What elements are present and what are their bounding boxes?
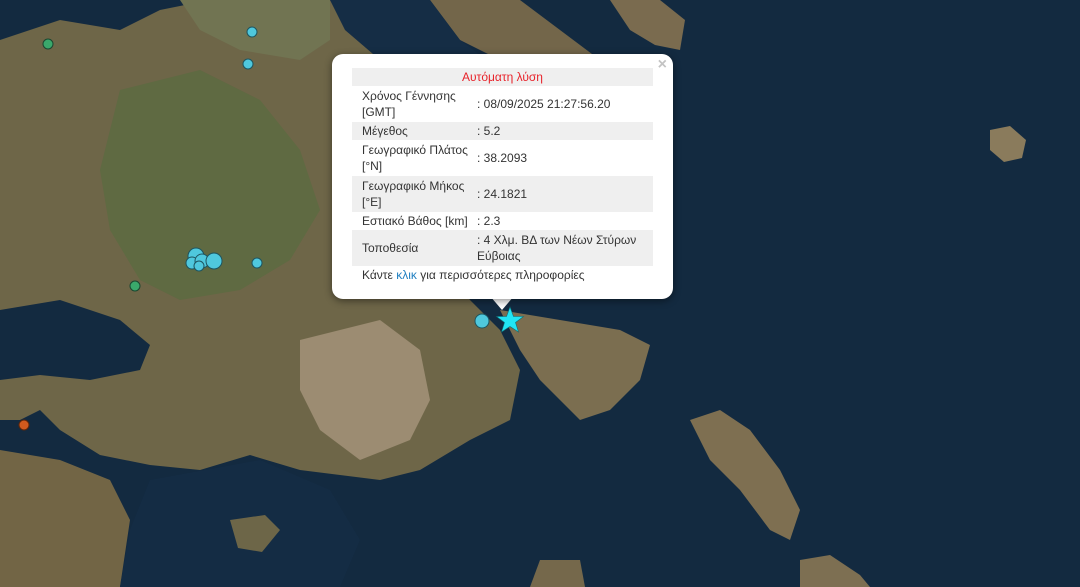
info-table: Αυτόματη λύση Χρόνος Γέννησης [GMT] : 08… [352, 68, 653, 266]
older-quake-marker [42, 38, 54, 50]
row-label: Χρόνος Γέννησης [GMT] [362, 89, 456, 119]
quake-marker [246, 26, 258, 38]
quake-marker [205, 252, 223, 270]
older-quake-marker [129, 280, 141, 292]
row-value: : 5.2 [475, 122, 653, 140]
row-label: Γεωγραφικό Πλάτος [°N] [362, 143, 468, 173]
quake-marker [242, 58, 254, 70]
table-row: Γεωγραφικό Πλάτος [°N] : 38.2093 [352, 140, 653, 176]
table-row: Χρόνος Γέννησης [GMT] : 08/09/2025 21:27… [352, 86, 653, 122]
row-value: : 4 Χλμ. ΒΔ των Νέων Στύρων Εύβοιας [475, 230, 653, 266]
earthquake-info-popup: × Αυτόματη λύση Χρόνος Γέννησης [GMT] : … [332, 54, 673, 299]
more-info-link[interactable]: κλικ [396, 268, 417, 282]
quake-marker [474, 313, 490, 329]
more-info-text: Κάντε κλικ για περισσότερες πληροφορίες [362, 268, 585, 282]
popup-title: Αυτόματη λύση [352, 68, 653, 86]
row-label: Εστιακό Βάθος [km] [362, 214, 468, 228]
row-label: Τοποθεσία [352, 230, 475, 266]
row-value: : 2.3 [477, 214, 501, 228]
table-row: Γεωγραφικό Μήκος [°E] : 24.1821 [352, 176, 653, 212]
row-label: Γεωγραφικό Μήκος [°E] [352, 176, 475, 212]
quake-marker [193, 260, 205, 272]
quake-marker [251, 257, 263, 269]
more-prefix: Κάντε [362, 268, 397, 282]
row-value: : 38.2093 [477, 151, 528, 165]
row-label: Μέγεθος [352, 122, 475, 140]
row-value: : 08/09/2025 21:27:56.20 [477, 97, 611, 111]
table-row: Τοποθεσία : 4 Χλμ. ΒΔ των Νέων Στύρων Εύ… [352, 230, 653, 266]
table-row: Μέγεθος : 5.2 [352, 122, 653, 140]
table-row: Εστιακό Βάθος [km] : 2.3 [352, 212, 653, 230]
row-value: : 24.1821 [475, 176, 653, 212]
close-icon[interactable]: × [658, 56, 667, 74]
deep-quake-marker [18, 419, 30, 431]
more-suffix: για περισσότερες πληροφορίες [416, 268, 585, 282]
